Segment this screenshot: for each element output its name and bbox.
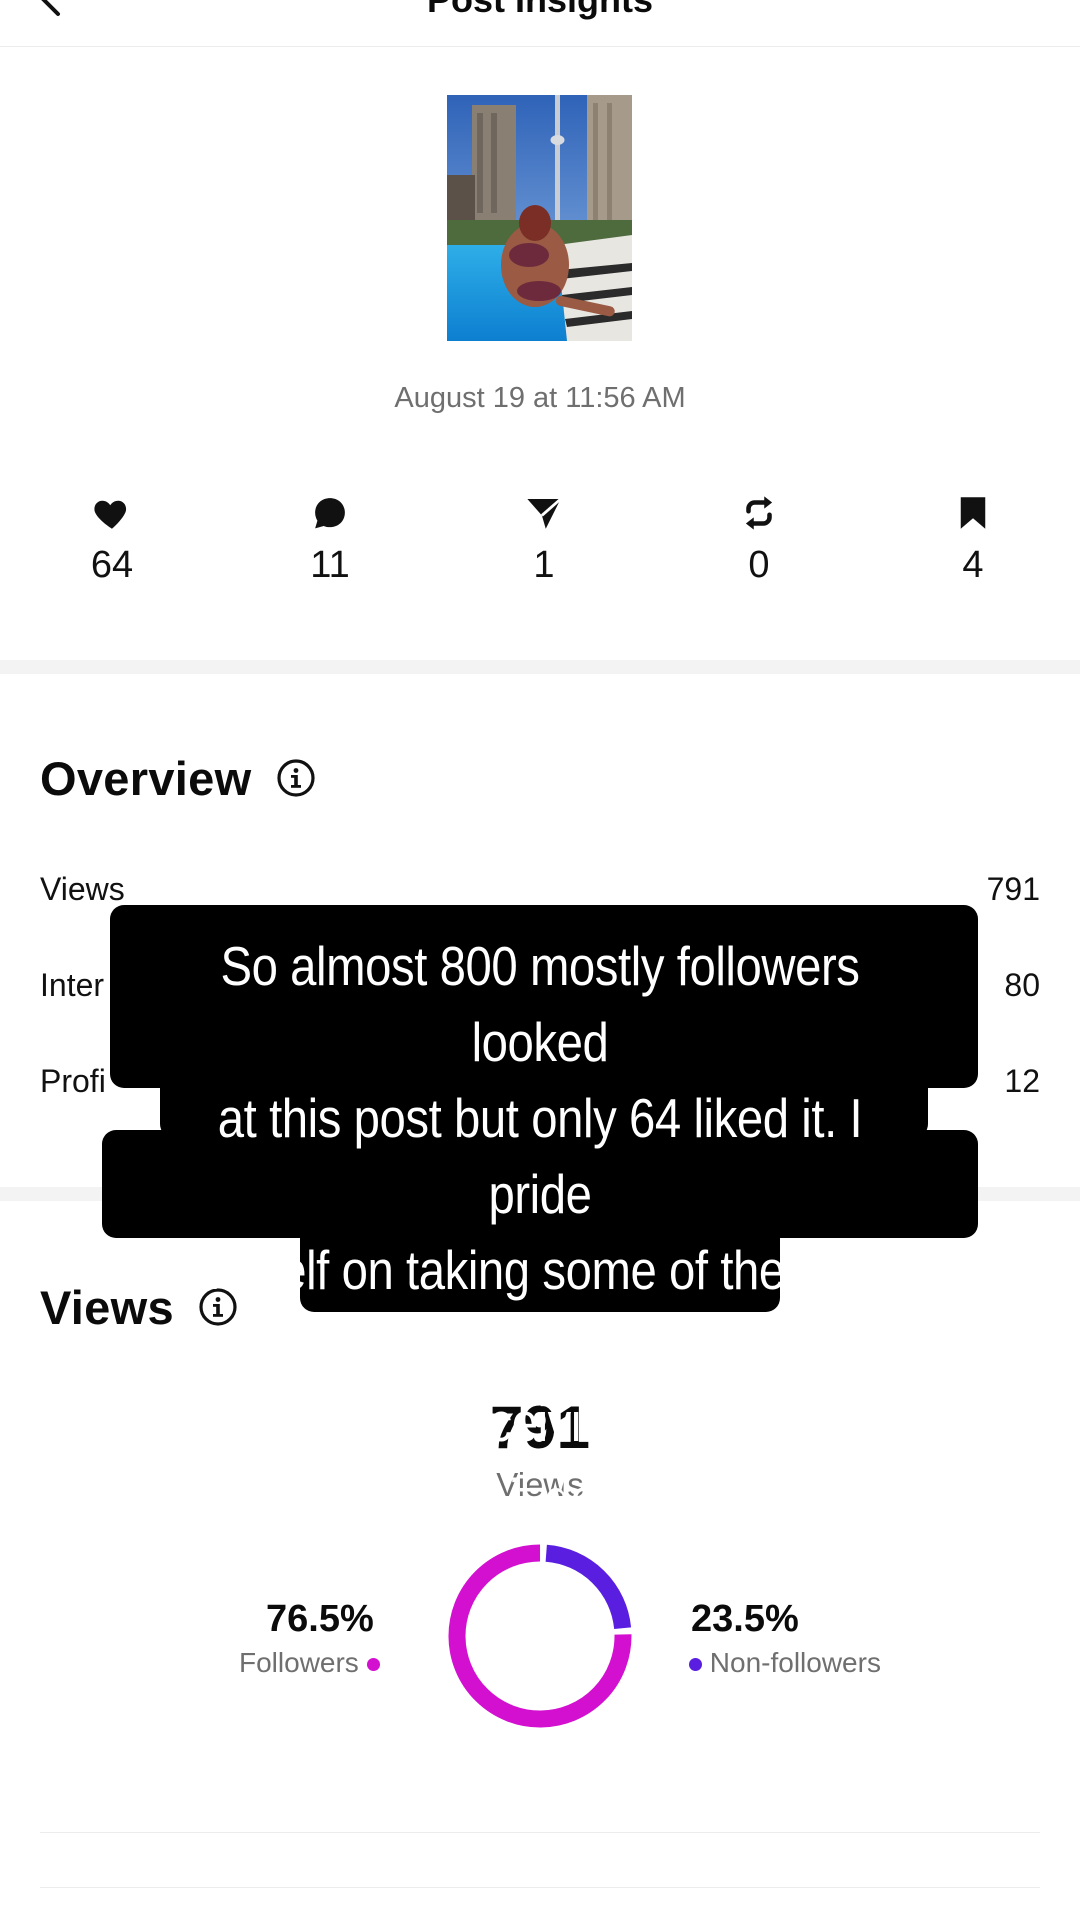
caption-line: the love it deserves. [334, 1467, 746, 1529]
caption-line: at this post but only 64 liked it. I pri… [217, 1087, 863, 1225]
caption-line: So almost 800 mostly followers looked [220, 935, 860, 1073]
story-caption: So almost 800 mostly followers looked at… [162, 928, 919, 1536]
caption-line: myself on taking some of the best [194, 1239, 886, 1301]
caption-line: content out there yet it’s not receiving [256, 1315, 824, 1453]
